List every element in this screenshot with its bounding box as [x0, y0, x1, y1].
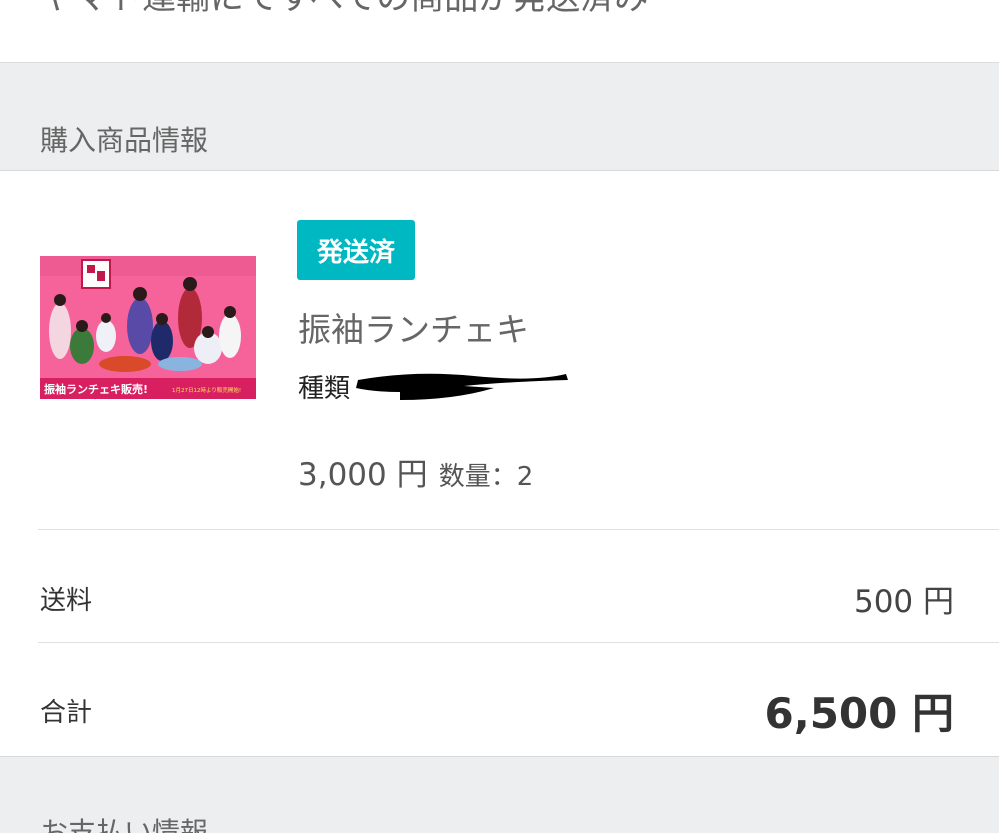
- divider: [38, 529, 999, 530]
- product-image[interactable]: 振袖ランチェキ販売! 1月27日12時より販売開始!: [40, 256, 256, 399]
- payment-info-title: お支払い情報: [40, 816, 209, 833]
- purchase-info-title: 購入商品情報: [40, 124, 209, 157]
- variant-label: 種類: [298, 374, 351, 404]
- shipping-status-text: ヤマト運輸にてすべての商品が発送済み: [40, 0, 648, 19]
- variant-row: 種類: [298, 366, 588, 406]
- shipping-status-banner: ヤマト運輸にてすべての商品が発送済み: [0, 0, 999, 63]
- price-quantity-row: 3,000 円 数量：2: [298, 449, 533, 494]
- total-value: 6,500 円: [764, 689, 954, 738]
- shipping-value: 500 円: [853, 584, 954, 620]
- purchase-info-header: 購入商品情報: [0, 63, 999, 171]
- status-badge: 発送済: [297, 220, 415, 280]
- image-caption: 振袖ランチェキ販売!: [44, 382, 148, 396]
- logo-stamp-icon: [81, 259, 111, 289]
- divider: [38, 642, 999, 643]
- quantity: 数量：2: [438, 462, 534, 492]
- unit-price: 3,000 円: [298, 457, 428, 493]
- shipping-label: 送料: [40, 586, 93, 616]
- payment-info-header: お支払い情報: [0, 756, 999, 833]
- image-subcaption: 1月27日12時より販売開始!: [172, 386, 241, 394]
- product-photo: 振袖ランチェキ販売! 1月27日12時より販売開始!: [40, 256, 256, 399]
- redaction-mark: [356, 373, 568, 400]
- product-name[interactable]: 振袖ランチェキ: [298, 303, 529, 351]
- total-label: 合計: [40, 698, 93, 728]
